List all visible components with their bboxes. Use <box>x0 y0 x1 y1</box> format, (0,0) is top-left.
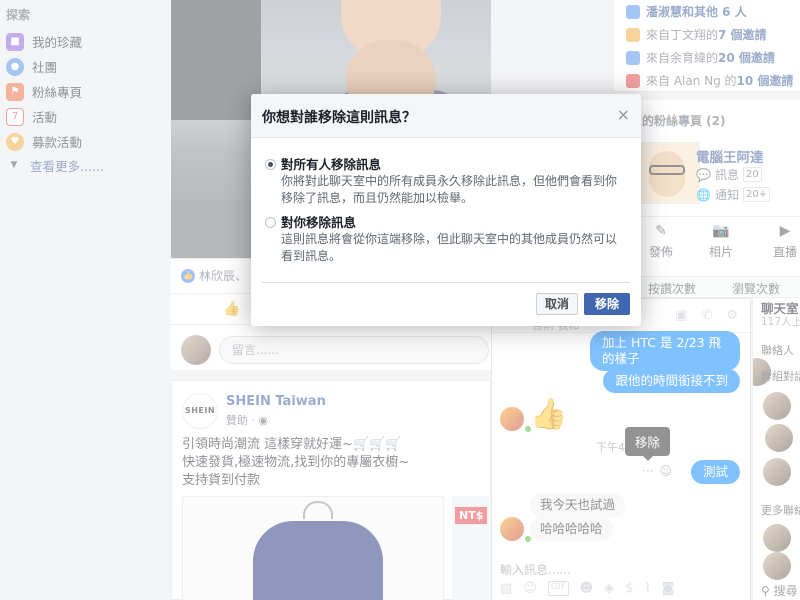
close-icon[interactable]: × <box>617 105 630 124</box>
option-title: 對所有人移除訊息 <box>281 157 382 172</box>
remove-button[interactable]: 移除 <box>583 293 630 315</box>
option-description: 你將對此聊天室中的所有成員永久移除此訊息，但他們會看到你移除了訊息，而且仍然能加… <box>281 174 618 205</box>
option-title: 對你移除訊息 <box>281 215 357 230</box>
dialog-divider <box>262 282 630 283</box>
option-remove-for-everyone[interactable]: 對所有人移除訊息 你將對此聊天室中的所有成員永久移除此訊息，但他們會看到你移除了… <box>265 156 627 207</box>
option-description: 這則訊息將會從你這端移除，但此聊天室中的其他成員仍然可以看到訊息。 <box>281 232 618 263</box>
option-remove-for-you[interactable]: 對你移除訊息 這則訊息將會從你這端移除，但此聊天室中的其他成員仍然可以看到訊息。 <box>265 214 627 265</box>
radio-selected[interactable] <box>265 159 276 170</box>
dialog-footer: 取消 移除 <box>535 293 630 315</box>
dialog-header: 你想對誰移除這則訊息？ × <box>251 94 641 138</box>
remove-message-dialog: 你想對誰移除這則訊息？ × 對所有人移除訊息 你將對此聊天室中的所有成員永久移除… <box>251 94 641 326</box>
radio-unselected[interactable] <box>265 217 276 228</box>
dialog-title: 你想對誰移除這則訊息？ <box>262 110 416 126</box>
cancel-button[interactable]: 取消 <box>535 293 578 315</box>
